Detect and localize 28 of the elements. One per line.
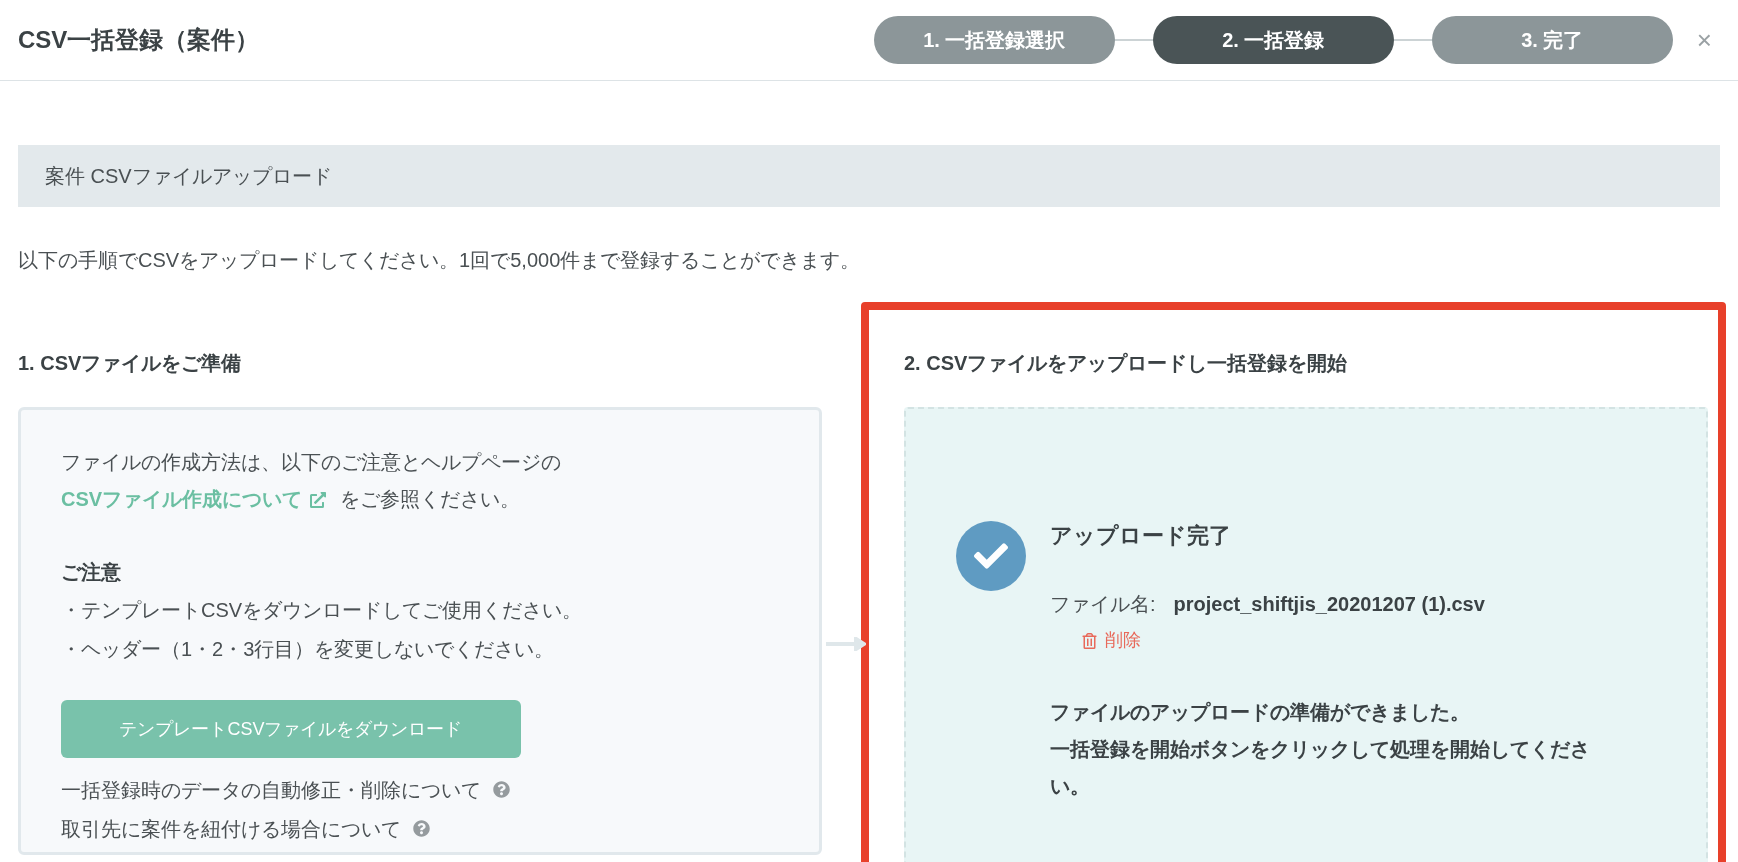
notice-item: ・テンプレートCSVをダウンロードしてご使用ください。 <box>61 598 584 623</box>
close-button[interactable]: × <box>1696 27 1712 53</box>
notice-title: ご注意 <box>61 560 122 585</box>
external-link-icon <box>310 491 327 508</box>
step-heading: 2. CSVファイルをアップロードし一括登録を開始 <box>904 351 1349 376</box>
trash-icon <box>1082 632 1097 649</box>
help-icon[interactable] <box>413 820 430 837</box>
delete-button[interactable]: 削除 <box>1082 627 1141 654</box>
help-topic-link[interactable]: 一括登録時のデータの自動修正・削除について <box>61 774 481 805</box>
section-header: 案件 CSVファイルアップロード <box>18 145 1720 207</box>
help-icon[interactable] <box>493 781 510 798</box>
help-link[interactable]: CSVファイル作成について <box>61 481 327 518</box>
intro-text: ファイルの作成方法は、以下のご注意とヘルプページの CSVファイル作成について をご参照ください。 <box>61 444 819 518</box>
upload-message: 一括登録を開始ボタンをクリックして処理を開始してください。 <box>1050 737 1590 799</box>
help-topic-link[interactable]: 取引先に案件を紐付ける場合について <box>61 813 401 844</box>
dialog-title: CSV一括登録（案件） <box>18 25 260 55</box>
step-heading: 1. CSVファイルをご準備 <box>18 351 243 376</box>
step-pill: 3. 完了 <box>1431 16 1673 64</box>
file-label: ファイル名: <box>1050 592 1156 617</box>
description-text: 以下の手順でCSVをアップロードしてください。1回で5,000件まで登録することができます。 <box>18 248 862 273</box>
step-pill: 1. 一括登録選択 <box>873 16 1115 64</box>
file-name: project_shiftjis_20201207 (1).csv <box>1173 592 1485 617</box>
notice-item: ・ヘッダー（1・2・3行目）を変更しないでください。 <box>61 637 556 662</box>
step-pill: 2. 一括登録 <box>1152 16 1394 64</box>
arrow-icon <box>826 637 866 651</box>
upload-message: ファイルのアップロードの準備ができました。 <box>1050 700 1471 725</box>
download-template-button[interactable]: テンプレートCSVファイルをダウンロード <box>61 700 521 758</box>
upload-status: アップロード完了 <box>1050 522 1232 550</box>
